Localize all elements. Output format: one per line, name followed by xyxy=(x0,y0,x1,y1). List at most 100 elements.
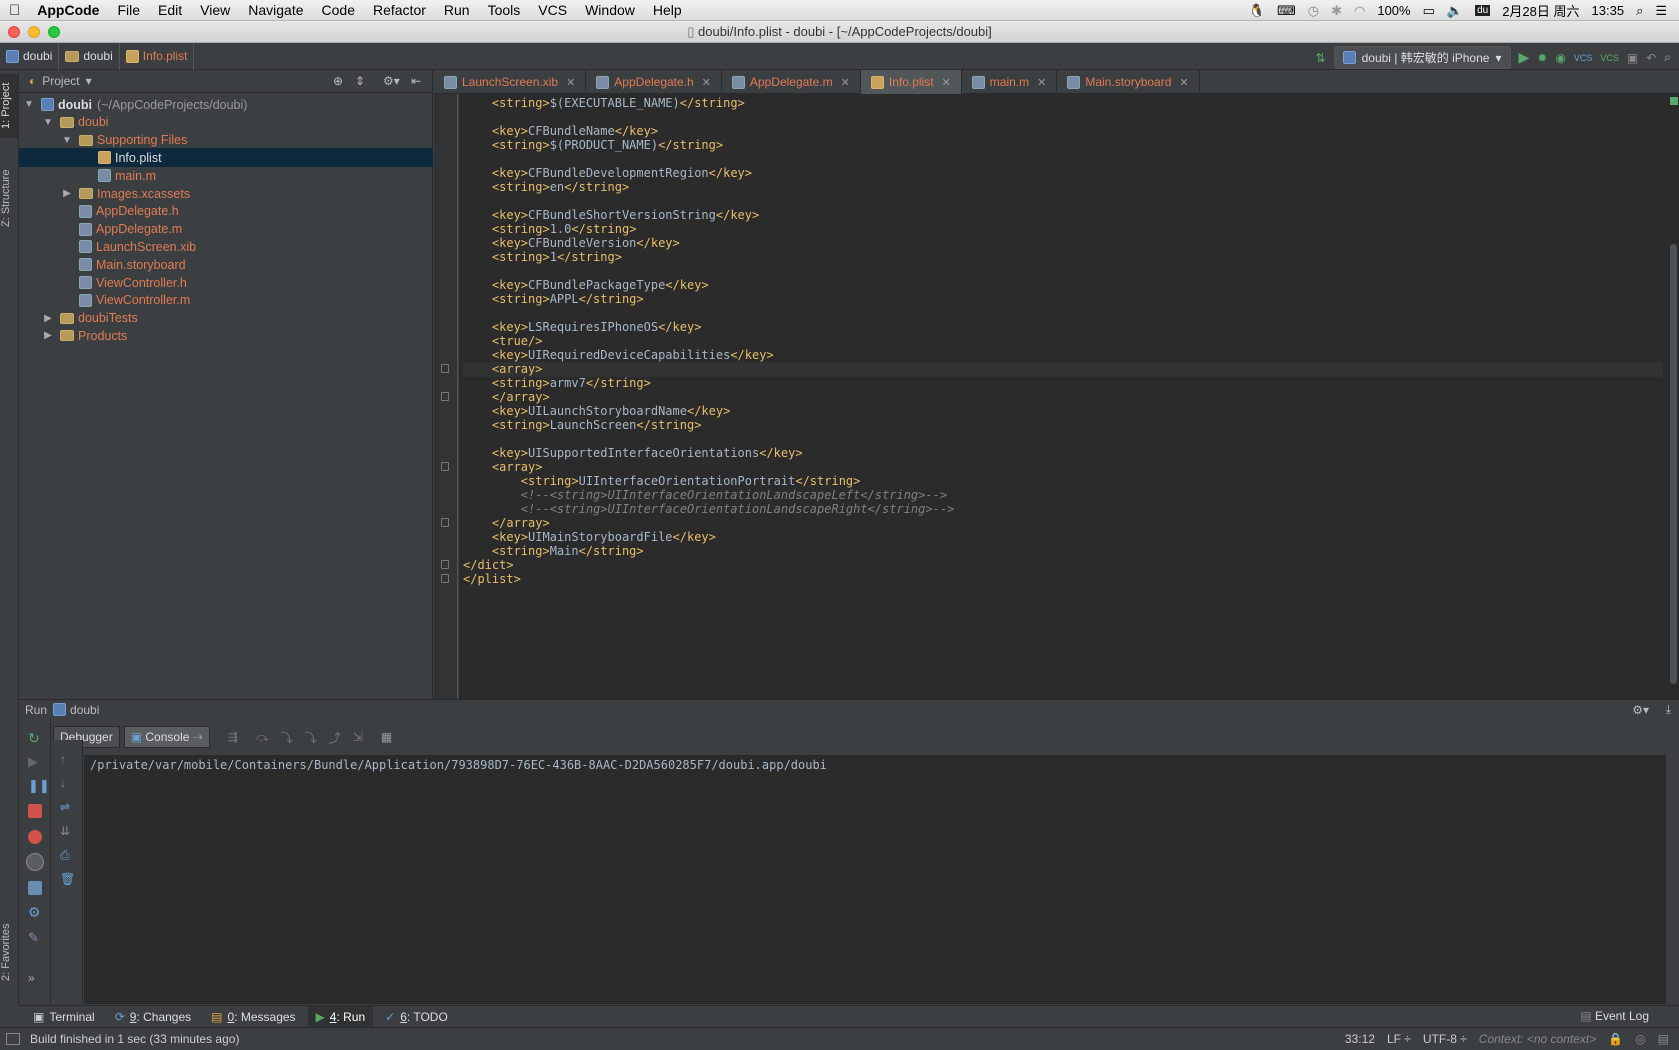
hide-run-panel-icon[interactable]: ⤓ xyxy=(1666,702,1671,717)
mute-breakpoints-icon[interactable] xyxy=(26,853,44,871)
revert-icon[interactable]: ↶ xyxy=(1646,51,1656,65)
step-over-icon[interactable]: ⤼ xyxy=(256,730,269,745)
soft-wrap-icon[interactable]: ⇌ xyxy=(60,800,74,814)
editor-tab[interactable]: AppDelegate.h ✕ xyxy=(586,70,722,94)
app-menu[interactable]: AppCode xyxy=(29,2,108,18)
close-window-button[interactable] xyxy=(8,26,20,38)
menubar-date[interactable]: 2月28日 周六 xyxy=(1502,1,1579,20)
resume-icon[interactable]: ▶ xyxy=(28,755,42,769)
event-log-button[interactable]: ▤ Event Log xyxy=(1580,1009,1649,1023)
run-to-cursor-icon[interactable]: ⇲ xyxy=(353,730,363,744)
keyboard-icon[interactable]: ⌨ xyxy=(1277,3,1296,19)
tree-item[interactable]: AppDelegate.h xyxy=(19,202,433,221)
settings-icon[interactable]: ⚙ xyxy=(28,905,42,919)
vcs-commit-icon[interactable]: VCS xyxy=(1600,53,1619,63)
tree-item[interactable]: ▼ doubi (~/AppCodeProjects/doubi) xyxy=(19,95,433,114)
dropdown-arrow-icon[interactable]: ▾ xyxy=(86,74,92,88)
menu-code[interactable]: Code xyxy=(313,2,364,18)
tree-item[interactable]: main.m xyxy=(19,166,433,185)
toggle-tool-windows-icon[interactable] xyxy=(6,1032,20,1045)
evaluate-icon[interactable]: ▦ xyxy=(381,730,392,744)
collapse-all-icon[interactable]: ⇕ xyxy=(355,74,365,88)
time-machine-icon[interactable]: ◷ xyxy=(1308,3,1319,19)
close-tab-icon[interactable]: ✕ xyxy=(702,76,711,89)
pause-icon[interactable]: ❚❚ xyxy=(28,779,50,793)
menu-refactor[interactable]: Refactor xyxy=(364,2,435,18)
menu-edit[interactable]: Edit xyxy=(149,2,191,18)
fold-marker-icon[interactable] xyxy=(441,364,449,373)
menu-view[interactable]: View xyxy=(191,2,239,18)
file-encoding[interactable]: UTF-8 ÷ xyxy=(1423,1032,1467,1046)
baidu-icon[interactable]: du xyxy=(1475,5,1491,16)
tool-tab[interactable]: ⟳ 9: Changes xyxy=(107,1006,199,1028)
tree-item[interactable]: ▼ doubi xyxy=(19,113,433,132)
wifi-icon[interactable]: ◠ xyxy=(1354,3,1365,19)
tree-item[interactable]: ▶ doubiTests xyxy=(19,309,433,328)
spotlight-icon[interactable]: ⌕ xyxy=(1636,3,1643,19)
inspector-icon[interactable]: ◎ xyxy=(1635,1032,1645,1046)
tool-tab[interactable]: ▶ 4: Run xyxy=(307,1005,374,1028)
force-step-into-icon[interactable]: ⤵ xyxy=(305,729,317,746)
step-into-icon[interactable]: ⤵ xyxy=(281,729,293,746)
scroll-from-source-icon[interactable]: ⊕ xyxy=(333,74,343,88)
project-view-select[interactable]: Project xyxy=(42,74,79,88)
fold-marker-icon[interactable] xyxy=(441,518,449,527)
breadcrumb-file[interactable]: Info.plist xyxy=(120,42,195,70)
breakpoints-icon[interactable] xyxy=(28,830,42,844)
tree-item[interactable]: ▼ Supporting Files xyxy=(19,131,433,150)
editor-tab[interactable]: LaunchScreen.xib ✕ xyxy=(434,70,587,94)
collapsed-arrow-icon[interactable]: ▶ xyxy=(42,313,54,324)
apple-icon[interactable]:  xyxy=(0,2,29,19)
tree-item[interactable]: Main.storyboard xyxy=(19,255,433,274)
menu-file[interactable]: File xyxy=(108,2,149,18)
menubar-time[interactable]: 13:35 xyxy=(1592,3,1625,18)
scroll-to-end-icon[interactable]: ⇊ xyxy=(60,824,74,838)
tree-item[interactable]: ▶ Products xyxy=(19,326,433,345)
more-icon[interactable]: » xyxy=(28,971,42,985)
tool-tab[interactable]: ▤ 0: Messages xyxy=(203,1006,303,1028)
settings-gear-icon[interactable]: ⚙▾ xyxy=(383,74,400,88)
menu-window[interactable]: Window xyxy=(576,2,644,18)
line-separator[interactable]: LF ÷ xyxy=(1387,1032,1411,1046)
tree-item[interactable]: ViewController.m xyxy=(19,291,433,310)
tree-item[interactable]: AppDelegate.m xyxy=(19,220,433,239)
scrollbar-thumb[interactable] xyxy=(1670,244,1677,684)
battery-label[interactable]: 100% xyxy=(1377,3,1410,18)
fold-marker-icon[interactable] xyxy=(441,462,449,471)
tool-tab[interactable]: ▣ Terminal xyxy=(25,1006,103,1028)
menu-vcs[interactable]: VCS xyxy=(529,2,576,18)
status-message[interactable]: Build finished in 1 sec (33 minutes ago) xyxy=(30,1032,239,1046)
vcs-update-icon[interactable]: VCS xyxy=(1574,53,1593,63)
run-settings-gear-icon[interactable]: ⚙▾ xyxy=(1632,703,1649,717)
rerun-icon[interactable]: ↻ xyxy=(28,731,42,745)
scroll-down-icon[interactable]: ↓ xyxy=(60,776,74,790)
fold-marker-icon[interactable] xyxy=(441,560,449,569)
minimize-window-button[interactable] xyxy=(28,26,40,38)
pin-icon[interactable]: ✎ xyxy=(28,931,42,945)
editor-tab[interactable]: Main.storyboard ✕ xyxy=(1057,70,1200,94)
editor-tab[interactable]: main.m ✕ xyxy=(962,70,1058,94)
fold-marker-icon[interactable] xyxy=(441,392,449,401)
zoom-window-button[interactable] xyxy=(48,26,60,38)
build-icon[interactable]: ⇅ xyxy=(1316,51,1326,65)
structure-tool-button[interactable]: Z: Structure xyxy=(0,158,19,238)
editor-scrollbar[interactable] xyxy=(1669,94,1679,699)
print-icon[interactable]: ⎙ xyxy=(60,848,74,862)
close-tab-icon[interactable]: ✕ xyxy=(942,76,951,89)
compare-icon[interactable]: ▣ xyxy=(1627,51,1638,65)
bluetooth-icon[interactable]: ✱ xyxy=(1331,3,1342,19)
show-execution-point-icon[interactable]: ⇶ xyxy=(228,730,238,744)
fold-marker-icon[interactable] xyxy=(441,574,449,583)
editor-tab[interactable]: AppDelegate.m ✕ xyxy=(722,70,861,94)
volume-icon[interactable]: 🔈 xyxy=(1447,3,1463,19)
context-selector[interactable]: Context: <no context> xyxy=(1479,1032,1596,1046)
tab-console[interactable]: ▣ Console ⇢ xyxy=(123,726,210,748)
breadcrumb-folder[interactable]: doubi xyxy=(59,42,120,70)
close-tab-icon[interactable]: ✕ xyxy=(841,76,850,89)
stop-icon[interactable] xyxy=(28,804,42,818)
tree-item[interactable]: ViewController.h xyxy=(19,273,433,292)
step-out-icon[interactable]: ⤴ xyxy=(329,729,341,746)
run-configuration-select[interactable]: doubi | 韩宏敏的 iPhone ▾ xyxy=(1333,46,1511,69)
menu-tools[interactable]: Tools xyxy=(479,2,530,18)
expanded-arrow-icon[interactable]: ▼ xyxy=(23,99,35,110)
